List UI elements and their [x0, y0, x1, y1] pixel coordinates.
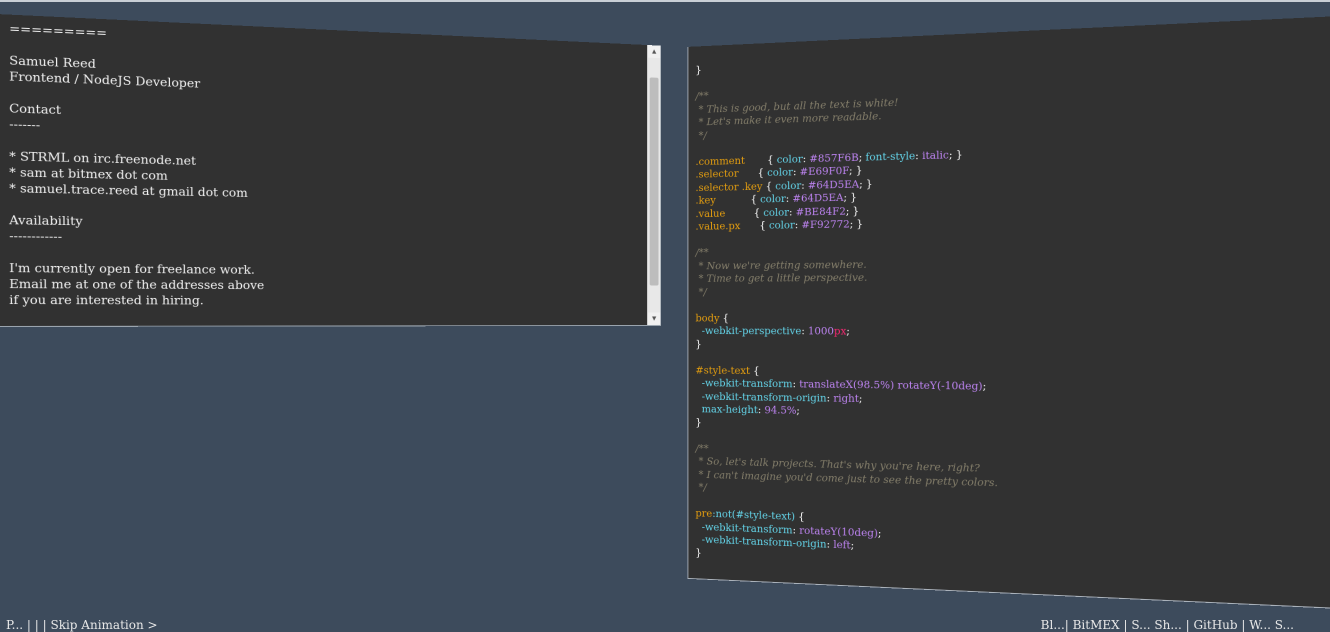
scroll-up-arrow-icon[interactable]: ▲: [647, 45, 661, 59]
resume-text: ========= Samuel Reed Frontend / NodeJS …: [0, 14, 660, 314]
comment-line: /**: [695, 90, 709, 103]
comment-line: * Now we're getting somewhere.: [695, 258, 867, 272]
css-value: #E69F0F: [799, 164, 850, 178]
css-selector-pseudo: :not(#style-text): [712, 507, 796, 523]
footer-links[interactable]: Bl...| BitMEX | S... Sh... | GitHub | W.…: [1041, 618, 1294, 632]
comment-line: */: [695, 285, 707, 298]
resume-pane[interactable]: ========= Samuel Reed Frontend / NodeJS …: [0, 14, 662, 327]
footer-bar: P... | | | Skip Animation > Bl...| BitME…: [0, 618, 1330, 632]
css-key: -webkit-transform: [701, 377, 793, 391]
css-value: left: [833, 538, 851, 552]
skip-animation-link[interactable]: P... | | | Skip Animation >: [6, 618, 158, 632]
availability-line: I'm currently open for freelance work.: [9, 261, 255, 277]
css-selector: .selector: [695, 167, 755, 181]
css-key: color: [763, 205, 790, 219]
comment-line: */: [695, 481, 707, 494]
css-value: translateX(98.5%) rotateY(-10deg): [799, 378, 983, 393]
css-selector: .selector .key: [695, 180, 763, 194]
css-key: color: [775, 179, 802, 192]
top-strip: [0, 0, 1330, 2]
page: ========= Samuel Reed Frontend / NodeJS …: [0, 0, 1330, 632]
css-selector: #style-text: [695, 364, 751, 377]
comment-line: * Time to get a little perspective.: [695, 271, 868, 285]
css-key: color: [776, 152, 803, 166]
css-value: italic: [922, 148, 949, 162]
css-selector: .value: [695, 206, 751, 220]
css-key: -webkit-transform-origin: [701, 390, 827, 404]
css-key: color: [768, 219, 795, 232]
contact-item: * sam at bitmex dot com: [9, 165, 168, 183]
style-text-pane[interactable]: } /** * This is good, but all the text i…: [687, 16, 1330, 609]
css-key: max-height: [701, 403, 758, 416]
heading-rule: =========: [9, 21, 107, 40]
css-value: #64D5EA: [807, 177, 860, 191]
css-value: right: [833, 391, 859, 405]
contact-item: * samuel.trace.reed at gmail dot com: [9, 181, 248, 200]
availability-heading: Availability: [9, 213, 83, 229]
css-key: color: [767, 166, 793, 179]
availability-line: if you are interested in hiring.: [9, 293, 204, 308]
code-fragment: }: [695, 64, 702, 77]
comment-line: /**: [695, 246, 709, 259]
css-selector: .comment: [695, 153, 764, 168]
style-text: } /** * This is good, but all the text i…: [695, 64, 998, 559]
resume-role: Frontend / NodeJS Developer: [9, 69, 201, 91]
css-key: font-style: [865, 149, 916, 163]
css-value: #857F6B: [809, 151, 859, 165]
css-selector: .key: [695, 193, 748, 207]
css-key: color: [760, 192, 786, 206]
resume-name: Samuel Reed: [9, 53, 96, 71]
scroll-down-arrow-icon[interactable]: ▼: [647, 312, 661, 325]
css-selector: body: [695, 311, 720, 324]
availability-rule: ------------: [9, 229, 63, 244]
css-selector: .value.px: [695, 219, 757, 233]
contact-heading: Contact: [9, 101, 62, 118]
css-value: 94.5%: [764, 404, 797, 417]
contact-rule: -------: [9, 117, 41, 133]
css-unit: px: [833, 325, 847, 338]
css-value: 1000: [807, 325, 834, 338]
css-value: #F92772: [801, 218, 850, 231]
css-value: #BE84F2: [795, 204, 846, 218]
css-key: -webkit-perspective: [701, 324, 802, 338]
comment-line: /**: [695, 442, 709, 455]
css-value: rotateY(10deg): [799, 524, 878, 539]
comment-line: */: [695, 129, 707, 142]
resume-scrollbar[interactable]: ▲ ▼: [647, 45, 661, 325]
css-selector: pre: [695, 507, 713, 520]
css-value: #64D5EA: [792, 191, 844, 205]
availability-line: Email me at one of the addresses above: [9, 277, 265, 293]
scroll-thumb[interactable]: [649, 77, 659, 286]
